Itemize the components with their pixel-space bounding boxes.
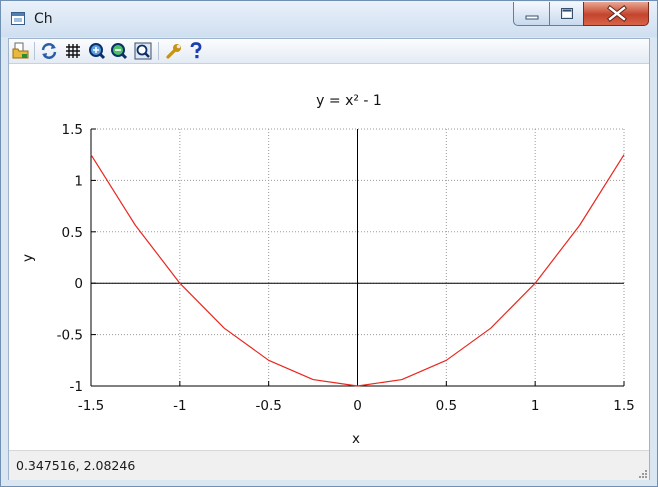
toolbar [9, 39, 649, 64]
open-folder-icon[interactable] [12, 42, 30, 60]
grid-icon[interactable] [64, 42, 82, 60]
plot-area[interactable]: -1.5 -1 -0.5 0 0.5 1 1.5 -1 -0.5 0 0.5 1 1.5 y = x² … [9, 64, 649, 450]
x-tick-label: 0.5 [436, 398, 457, 414]
y-tick-label: -0.5 [57, 328, 83, 344]
x-tick-label: -0.5 [255, 398, 281, 414]
refresh-icon[interactable] [40, 42, 58, 60]
title-bar[interactable]: Ch [1, 1, 657, 37]
help-icon[interactable] [187, 42, 205, 60]
y-tick-label: 1.5 [62, 122, 83, 138]
resize-grip-icon[interactable] [637, 468, 647, 478]
y-tick-label: 0.5 [62, 225, 83, 241]
toolbar-separator [158, 42, 159, 60]
axes [90, 129, 624, 387]
x-tick-label: 1 [531, 398, 540, 414]
maximize-icon [561, 8, 573, 19]
zoom-fit-icon[interactable] [134, 42, 152, 60]
toolbar-separator [34, 42, 35, 60]
x-axis-label: x [352, 431, 360, 447]
wrench-icon[interactable] [165, 42, 183, 60]
x-tick-label: 0 [353, 398, 362, 414]
chart-title: y = x² - 1 [316, 93, 382, 109]
zoom-in-icon[interactable] [88, 42, 106, 60]
y-tick-label: 0 [74, 276, 83, 292]
close-icon [607, 5, 627, 22]
y-tick-label: 1 [74, 173, 83, 189]
minimize-button[interactable] [513, 2, 550, 26]
close-button[interactable] [583, 2, 649, 26]
y-tick-label: -1 [70, 379, 83, 395]
y-axis-label: y [20, 254, 36, 262]
app-icon [11, 12, 25, 25]
application-window: Ch -1.5 -1 -0.5 0 0.5 1 1.5 -1 -0.5 0 0.… [0, 0, 658, 487]
zoom-out-icon[interactable] [110, 42, 128, 60]
tick-labels: -1.5 -1 -0.5 0 0.5 1 1.5 -1 -0.5 0 0.5 1 1.5 [57, 122, 635, 414]
window-title: Ch [34, 11, 53, 27]
minimize-icon [525, 15, 539, 20]
status-bar: 0.347516, 2.08246 [9, 450, 649, 480]
x-tick-label: 1.5 [613, 398, 634, 414]
maximize-button[interactable] [549, 2, 584, 26]
cursor-coordinates: 0.347516, 2.08246 [16, 458, 136, 473]
x-tick-label: -1 [173, 398, 186, 414]
client-area: -1.5 -1 -0.5 0 0.5 1 1.5 -1 -0.5 0 0.5 1 1.5 y = x² … [8, 38, 650, 480]
x-tick-label: -1.5 [78, 398, 104, 414]
